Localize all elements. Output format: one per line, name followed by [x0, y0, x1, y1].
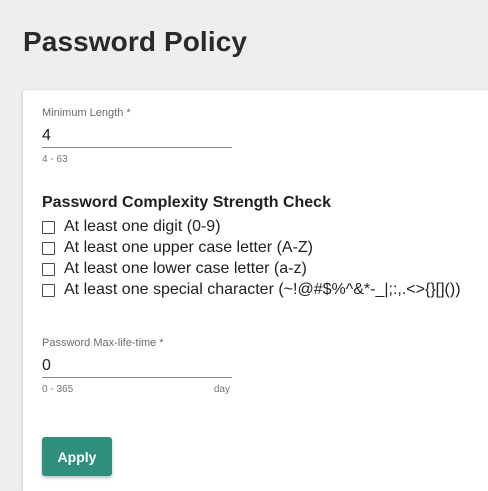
- minimum-length-input[interactable]: [42, 125, 232, 148]
- max-life-time-input[interactable]: [42, 355, 232, 378]
- max-life-time-label: Password Max-life-time *: [42, 337, 164, 349]
- checkbox-label: At least one upper case letter (A-Z): [64, 239, 313, 256]
- checkbox-lower-case[interactable]: At least one lower case letter (a-z): [42, 259, 461, 279]
- complexity-checklist: At least one digit (0-9) At least one up…: [42, 217, 461, 301]
- apply-button[interactable]: Apply: [42, 437, 112, 476]
- checkbox-digit[interactable]: At least one digit (0-9): [42, 217, 461, 237]
- checkbox-special-character[interactable]: At least one special character (~!@#$%^&…: [42, 280, 461, 300]
- checkbox-label: At least one digit (0-9): [64, 218, 221, 235]
- minimum-length-label: Minimum Length *: [42, 107, 131, 119]
- checkbox-icon[interactable]: [42, 241, 55, 255]
- minimum-length-field: Minimum Length * 4 - 63: [42, 106, 232, 166]
- max-life-time-hint-row: 0 - 365 day: [42, 384, 230, 396]
- max-life-time-hint: 0 - 365: [42, 384, 74, 395]
- checkbox-icon[interactable]: [42, 220, 55, 234]
- page-title: Password Policy: [23, 26, 248, 57]
- checkbox-icon[interactable]: [42, 262, 55, 276]
- checkbox-label: At least one special character (~!@#$%^&…: [64, 281, 461, 298]
- checkbox-icon[interactable]: [42, 283, 55, 297]
- checkbox-label: At least one lower case letter (a-z): [64, 260, 307, 277]
- password-policy-card: Minimum Length * 4 - 63 Password Complex…: [23, 90, 488, 491]
- max-life-time-field: Password Max-life-time * 0 - 365 day: [42, 336, 232, 396]
- max-life-time-unit: day: [213, 384, 230, 395]
- minimum-length-hint: 4 - 63: [42, 154, 68, 165]
- complexity-heading: Password Complexity Strength Check: [42, 194, 331, 211]
- checkbox-upper-case[interactable]: At least one upper case letter (A-Z): [42, 238, 461, 258]
